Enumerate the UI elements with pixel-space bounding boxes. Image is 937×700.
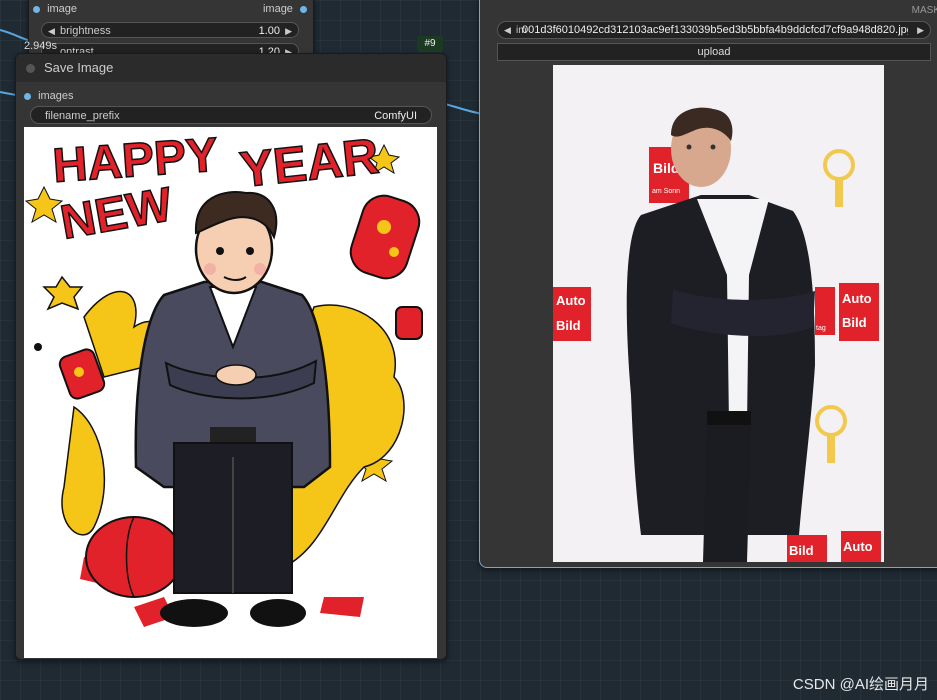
image-filename: 001d3f6010492cd312103ac9ef133039b5ed3b5b…: [522, 24, 908, 36]
sign-text: Auto: [843, 539, 873, 554]
input-label: image: [47, 3, 78, 15]
sign-text: Bild: [556, 318, 581, 333]
increment-icon[interactable]: ▶: [285, 23, 292, 39]
output-slot-icon[interactable]: [300, 5, 307, 13]
filename-prefix-value: ComfyUI: [374, 110, 417, 122]
loaded-image-preview[interactable]: Bild am Sonn Auto Bild Auto Bild Bild Au…: [553, 65, 884, 562]
link-wire-right: [444, 103, 484, 115]
watermark: CSDN @AI绘画月月: [792, 676, 929, 693]
node-title-bar[interactable]: Save Image: [16, 54, 446, 82]
input-slot-icon[interactable]: [33, 5, 40, 13]
save-input-images[interactable]: images: [24, 90, 74, 102]
prev-file-icon[interactable]: ◀: [504, 22, 511, 39]
mask-label: MASK: [911, 5, 937, 16]
brightness-widget[interactable]: ◀ brightness 1.00 ▶: [41, 22, 299, 38]
input-label: images: [38, 90, 74, 102]
brightness-value: 1.00: [258, 25, 280, 37]
cartoon-illustration: HAPPY YEAR NEW: [24, 127, 423, 627]
photo-content: Bild am Sonn Auto Bild Auto Bild Bild Au…: [553, 65, 884, 562]
red-pumpkin: [85, 516, 183, 598]
next-file-icon[interactable]: ▶: [917, 22, 924, 39]
sign-text: Bild: [789, 543, 814, 558]
image-file-selector[interactable]: ◀ im 001d3f6010492cd312103ac9ef133039b5e…: [497, 21, 931, 39]
input-slot-icon[interactable]: [24, 92, 31, 100]
output-image-preview[interactable]: HAPPY YEAR NEW: [24, 127, 437, 658]
execution-time: 2.949s: [24, 40, 58, 52]
collapse-dot-icon[interactable]: [26, 64, 35, 73]
node-title: Save Image: [44, 60, 114, 75]
node-id-badge: #9: [417, 36, 443, 52]
output-label: image: [262, 3, 293, 15]
mask-output[interactable]: MASK: [912, 5, 937, 16]
sign-text: Auto: [556, 293, 586, 308]
upload-button[interactable]: upload: [497, 43, 931, 61]
title-line-year: YEAR: [237, 128, 381, 198]
filename-prefix-label: filename_prefix: [45, 110, 120, 122]
brightness-label: brightness: [60, 25, 111, 37]
decrement-icon[interactable]: ◀: [48, 23, 55, 39]
adjust-output-image[interactable]: image: [263, 3, 307, 15]
sign-text: Bild: [842, 315, 867, 330]
sign-text: Auto: [842, 291, 872, 306]
adjust-input-image[interactable]: image: [33, 3, 77, 15]
sign-text: tag: [816, 325, 826, 332]
filename-prefix-widget[interactable]: filename_prefix ComfyUI: [30, 106, 432, 124]
sign-text: am Sonn: [652, 188, 680, 195]
link-wire-left: [0, 29, 29, 41]
